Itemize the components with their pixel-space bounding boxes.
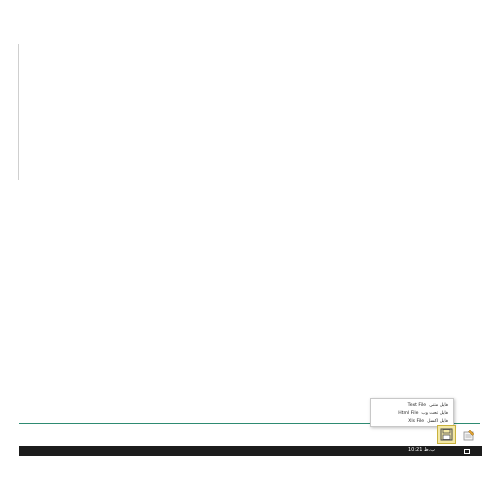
application-window: فايل متنى Text File فايل تحت وب Html Fil… <box>0 0 500 500</box>
menu-item-english-label: Html File <box>398 410 419 416</box>
document-edit-icon <box>463 429 475 440</box>
floppy-disk-icon <box>440 428 453 441</box>
export-dropdown-menu: فايل متنى Text File فايل تحت وب Html Fil… <box>370 398 454 427</box>
menu-item-english-label: Text File <box>407 402 427 408</box>
bottom-toolbar <box>19 424 480 446</box>
menu-item-xls-file[interactable]: فايل اكسل Xls File <box>374 417 450 425</box>
menu-item-arabic-label: فايل متنى <box>429 402 448 408</box>
notification-icon[interactable] <box>464 449 470 454</box>
menu-item-arabic-label: فايل تحت وب <box>421 410 448 416</box>
menu-item-arabic-label: فايل اكسل <box>427 418 448 424</box>
edit-document-button[interactable] <box>460 425 478 444</box>
taskbar-clock: 10:21 ب.ظ <box>408 447 435 453</box>
menu-item-english-label: Xls File <box>408 418 425 424</box>
menu-item-html-file[interactable]: فايل تحت وب Html File <box>374 409 450 417</box>
save-button[interactable] <box>437 425 456 444</box>
menu-item-text-file[interactable]: فايل متنى Text File <box>374 401 450 409</box>
main-content-area <box>19 44 480 423</box>
